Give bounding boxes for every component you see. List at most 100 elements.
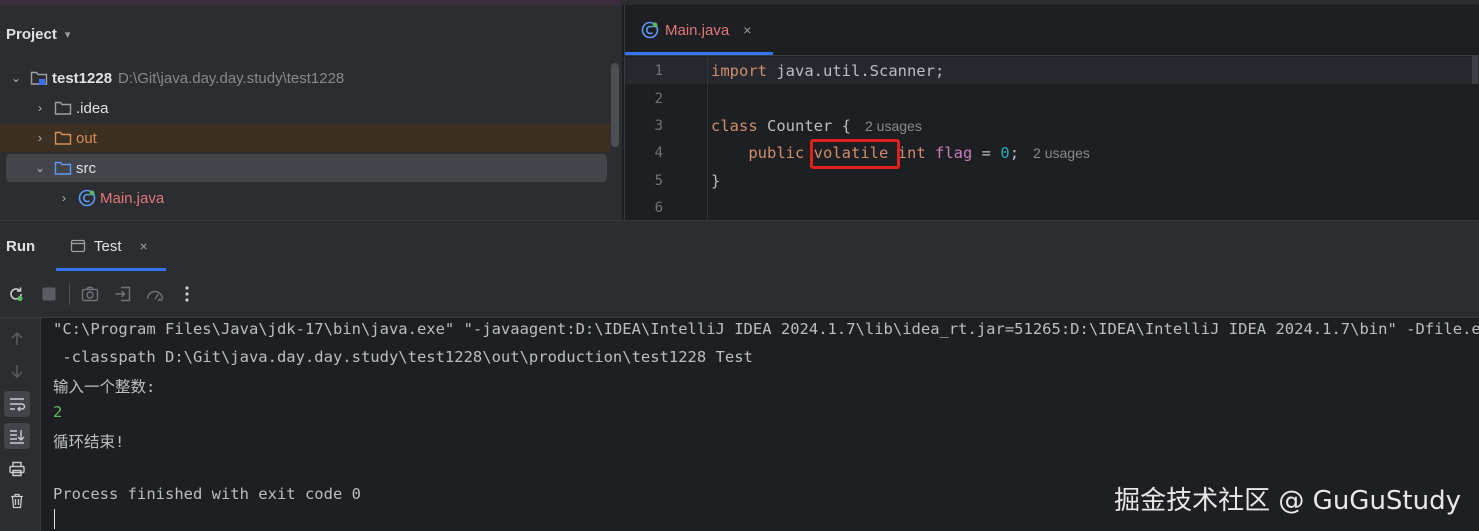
console-icon [70, 238, 86, 254]
folder-icon [54, 99, 72, 117]
tree-item-label: Main.java [100, 189, 165, 207]
exit-button[interactable] [112, 283, 134, 305]
scroll-down-button[interactable] [4, 358, 30, 384]
run-panel-title: Run [6, 237, 36, 255]
gutter-divider [707, 56, 708, 220]
tree-item-idea[interactable]: › .idea [34, 94, 644, 122]
tree-item-out[interactable]: › out [0, 124, 610, 152]
clear-all-button[interactable] [4, 488, 30, 514]
chevron-right-icon[interactable]: › [34, 101, 46, 115]
line-number: 3 [654, 118, 663, 134]
line-number: 2 [654, 91, 663, 107]
exit-icon [115, 286, 131, 302]
close-icon[interactable]: × [743, 22, 751, 38]
tree-item-test1228[interactable]: ⌄ test1228 D:\Git\java.day.day.study\tes… [10, 64, 620, 92]
tree-item-label: test1228 [52, 69, 113, 87]
chevron-right-icon[interactable]: › [34, 131, 46, 145]
code-text: ; [1009, 144, 1020, 162]
keyword: int [897, 144, 926, 162]
print-icon [9, 461, 25, 477]
tree-item-main-java[interactable]: › Main.java [58, 184, 668, 212]
code-line-1[interactable]: import java.util.Scanner; [711, 62, 944, 80]
arrow-up-icon [11, 331, 23, 345]
code-text: java.util.Scanner; [767, 62, 945, 80]
usages-hint[interactable]: 2 usages [1033, 145, 1090, 161]
editor: Main.java × 1 2 3 4 5 6 import java.util… [624, 5, 1479, 220]
module-folder-icon [30, 69, 48, 87]
module-path: D:\Git\java.day.day.study\test1228 [118, 69, 345, 87]
gauge-icon [146, 290, 164, 302]
print-button[interactable] [4, 456, 30, 482]
tree-item-src[interactable]: ⌄ src [6, 154, 607, 182]
stop-button[interactable] [38, 283, 60, 305]
soft-wrap-icon [10, 398, 26, 412]
camera-icon [81, 286, 99, 302]
code-text: Counter { [757, 117, 851, 135]
keyword: import [711, 62, 767, 80]
tab-label: Main.java [665, 21, 730, 39]
text-cursor [54, 509, 55, 529]
run-sidebar [0, 318, 41, 531]
rerun-icon [10, 287, 23, 302]
toolbar-separator [69, 283, 70, 305]
chevron-down-icon: ▾ [64, 28, 71, 41]
tab-label: Test [94, 237, 122, 255]
console-line: 循环结束! [53, 433, 125, 451]
keyword: class [711, 117, 758, 135]
dump-threads-button[interactable] [79, 283, 101, 305]
tab-run-test[interactable]: Test × [56, 221, 166, 271]
more-options-button[interactable] [176, 283, 198, 305]
stop-icon [42, 287, 56, 301]
java-class-icon [641, 21, 659, 39]
project-scrollbar[interactable] [611, 63, 619, 147]
profiler-button[interactable] [144, 283, 166, 305]
annotation-highlight-box [810, 139, 900, 169]
scroll-to-end-icon [10, 430, 25, 444]
arrow-down-icon [11, 365, 23, 379]
java-class-icon [78, 189, 96, 207]
console-line: "C:\Program Files\Java\jdk-17\bin\java.e… [53, 320, 1479, 338]
number-literal: 0 [1000, 144, 1010, 162]
code-line-5[interactable]: } [711, 172, 720, 190]
editor-scrollbar[interactable] [1472, 56, 1478, 84]
console-line: 输入一个整数: [53, 378, 156, 396]
console-user-input: 2 [53, 403, 63, 421]
source-folder-icon [54, 159, 72, 177]
rerun-button[interactable] [5, 283, 27, 305]
line-number: 4 [654, 145, 663, 161]
console-line: -classpath D:\Git\java.day.day.study\tes… [53, 348, 753, 366]
chevron-right-icon[interactable]: › [58, 191, 70, 205]
code-text: = [972, 144, 1001, 162]
field-name: flag [935, 144, 973, 162]
chevron-down-icon[interactable]: ⌄ [34, 161, 46, 175]
line-number: 5 [654, 173, 663, 189]
excluded-folder-icon [54, 129, 72, 147]
line-number-gutter: 1 2 3 4 5 6 [625, 56, 705, 220]
trash-icon [11, 493, 23, 509]
keyword: public [748, 144, 805, 162]
project-title: Project [6, 25, 57, 43]
watermark: 掘金技术社区 @ GuGuStudy [1114, 486, 1461, 516]
run-panel-header: Run Test × [0, 220, 1479, 272]
line-number: 6 [654, 200, 663, 216]
more-vertical-icon [185, 286, 189, 302]
close-icon[interactable]: × [140, 238, 148, 254]
project-view-selector[interactable]: Project ▾ [6, 23, 70, 45]
tab-active-indicator [625, 52, 773, 55]
tree-item-label: .idea [76, 99, 109, 117]
chevron-down-icon[interactable]: ⌄ [10, 71, 22, 85]
scroll-to-end-button[interactable] [4, 423, 30, 449]
tab-main-java[interactable]: Main.java × [625, 5, 773, 55]
code-text: } [711, 172, 721, 190]
scroll-up-button[interactable] [4, 326, 30, 352]
tree-item-label: src [76, 159, 96, 177]
line-number: 1 [654, 63, 663, 79]
console-line: Process finished with exit code 0 [53, 485, 361, 503]
usages-hint[interactable]: 2 usages [865, 118, 922, 134]
tree-item-label: out [76, 129, 97, 147]
code-line-3[interactable]: class Counter { 2 usages [711, 117, 922, 135]
soft-wrap-button[interactable] [4, 391, 30, 417]
code-line-4[interactable]: public volatile int flag = 0; 2 usages [711, 144, 1090, 162]
run-toolbar [0, 271, 1479, 318]
